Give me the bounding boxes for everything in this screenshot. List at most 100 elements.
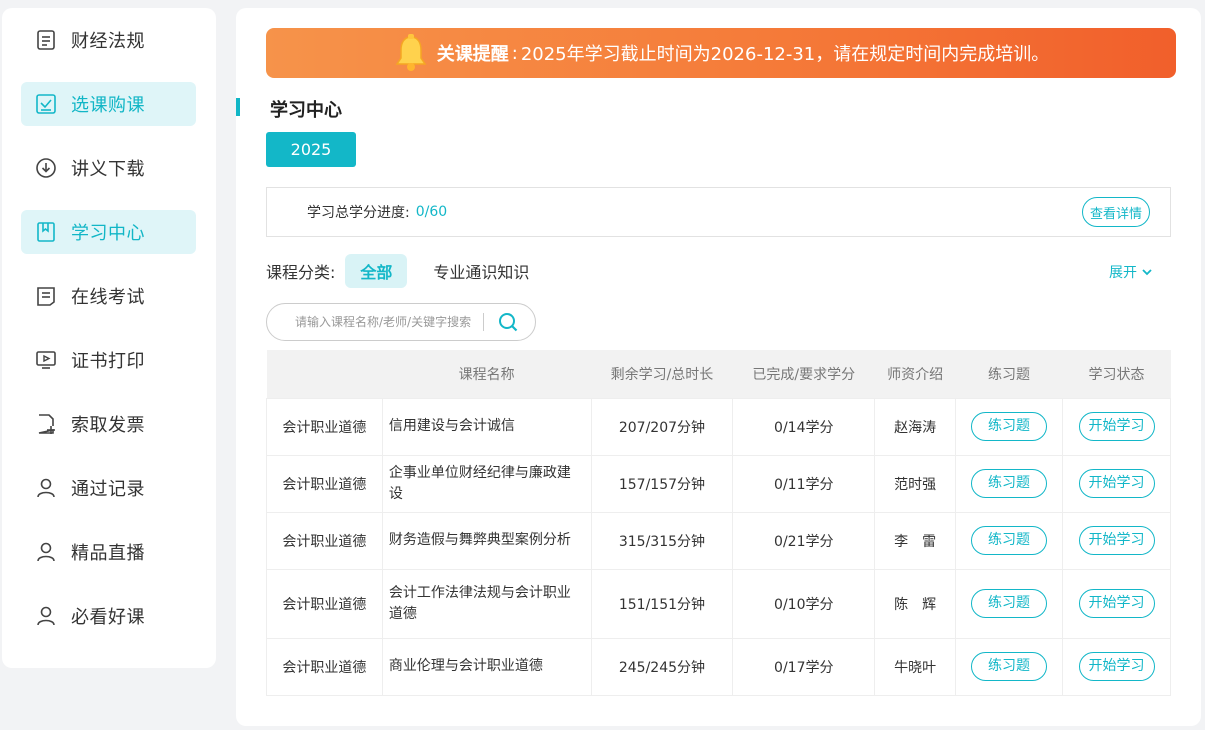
sidebar-item-label: 财经法规 (71, 31, 145, 52)
cell-status: 开始学习 (1062, 568, 1171, 639)
sidebar-item-course-select[interactable]: 选课购课 (21, 82, 196, 126)
notice-text: 2025年学习截止时间为2026-12-31，请在规定时间内完成培训。 (520, 44, 1050, 65)
user-icon (35, 477, 57, 499)
sidebar-item-label: 通过记录 (71, 479, 145, 500)
header-status: 学习状态 (1062, 350, 1171, 398)
header-course-name: 课程名称 (382, 350, 592, 398)
cell-credits: 0/17学分 (732, 637, 876, 696)
sidebar-item-label: 精品直播 (71, 543, 145, 564)
cell-category: 会计职业道德 (266, 511, 383, 570)
cell-exercise: 练习题 (955, 568, 1064, 639)
exercise-button[interactable]: 练习题 (971, 652, 1048, 681)
header-teacher: 师资介绍 (874, 350, 956, 398)
exercise-button[interactable]: 练习题 (971, 589, 1048, 618)
cell-course-name: 企事业单位财经纪律与廉政建设 (381, 454, 592, 513)
cell-category: 会计职业道德 (266, 637, 383, 696)
sidebar-item-label: 学习中心 (71, 223, 145, 244)
exercise-button[interactable]: 练习题 (971, 469, 1048, 498)
cell-teacher[interactable]: 范时强 (874, 454, 957, 513)
invoice-icon (35, 413, 57, 435)
start-learning-button[interactable]: 开始学习 (1078, 469, 1155, 498)
cell-credits: 0/21学分 (732, 511, 876, 570)
start-learning-button[interactable]: 开始学习 (1078, 589, 1155, 618)
category-all-button[interactable]: 全部 (345, 254, 408, 288)
view-details-button[interactable]: 查看详情 (1082, 197, 1150, 227)
cell-duration: 207/207分钟 (590, 397, 734, 456)
credit-progress: 学习总学分进度: 0/60 查看详情 (266, 187, 1171, 237)
cell-duration: 157/157分钟 (590, 454, 734, 513)
sidebar-item-certificate-print[interactable]: 证书打印 (21, 338, 196, 382)
category-general-knowledge[interactable]: 专业通识知识 (433, 259, 529, 283)
cell-exercise: 练习题 (955, 454, 1064, 513)
sidebar-item-learning-center[interactable]: 学习中心 (21, 210, 196, 254)
search-box (266, 303, 536, 341)
table-row: 会计职业道德 财务造假与舞弊典型案例分析 315/315分钟 0/21学分 李 … (266, 511, 1171, 570)
checkbox-icon (35, 93, 57, 115)
search-input[interactable] (295, 315, 475, 329)
sidebar-item-must-watch[interactable]: 必看好课 (21, 594, 196, 638)
section-title: 学习中心 (270, 100, 342, 121)
sidebar-item-label: 索取发票 (71, 415, 145, 436)
cell-teacher[interactable]: 赵海涛 (874, 397, 957, 456)
cell-duration: 245/245分钟 (590, 637, 734, 696)
document-icon (35, 29, 57, 51)
exercise-button[interactable]: 练习题 (971, 412, 1048, 441)
chevron-down-icon (1142, 269, 1152, 276)
progress-label: 学习总学分进度: (307, 205, 410, 221)
sidebar: 财经法规 选课购课 讲义下载 学习中心 在线考试 证书打印 索取发票 通过记录 … (2, 8, 216, 668)
progress-value: 0/60 (415, 204, 448, 220)
sidebar-item-handout-download[interactable]: 讲义下载 (21, 146, 196, 190)
user-icon (35, 541, 57, 563)
sidebar-item-online-exam[interactable]: 在线考试 (21, 274, 196, 318)
table-row: 会计职业道德 信用建设与会计诚信 207/207分钟 0/14学分 赵海涛 练习… (266, 397, 1171, 456)
cell-course-name: 信用建设与会计诚信 (381, 397, 592, 456)
cell-teacher[interactable]: 陈 辉 (874, 568, 957, 639)
sidebar-item-label: 选课购课 (71, 95, 145, 116)
cell-status: 开始学习 (1062, 511, 1171, 570)
table-header-row: 课程名称 剩余学习/总时长 已完成/要求学分 师资介绍 练习题 学习状态 (266, 350, 1171, 398)
search-icon[interactable] (498, 312, 518, 332)
start-learning-button[interactable]: 开始学习 (1078, 652, 1155, 681)
cell-category: 会计职业道德 (266, 568, 383, 639)
exam-icon (35, 285, 57, 307)
start-learning-button[interactable]: 开始学习 (1078, 526, 1155, 555)
course-table: 课程名称 剩余学习/总时长 已完成/要求学分 师资介绍 练习题 学习状态 会计职… (266, 350, 1171, 696)
sidebar-item-invoice[interactable]: 索取发票 (21, 402, 196, 446)
table-row: 会计职业道德 企事业单位财经纪律与廉政建设 157/157分钟 0/11学分 范… (266, 454, 1171, 513)
category-label: 课程分类: (266, 263, 336, 282)
start-learning-button[interactable]: 开始学习 (1078, 412, 1155, 441)
header-category (266, 350, 383, 398)
bell-icon (395, 34, 427, 71)
cell-exercise: 练习题 (955, 397, 1064, 456)
cell-status: 开始学习 (1062, 454, 1171, 513)
cell-duration: 315/315分钟 (590, 511, 734, 570)
book-icon (35, 221, 57, 243)
sidebar-item-pass-records[interactable]: 通过记录 (21, 466, 196, 510)
cell-course-name: 财务造假与舞弊典型案例分析 (381, 511, 592, 570)
year-tab-2025[interactable]: 2025 (266, 132, 356, 167)
cell-status: 开始学习 (1062, 397, 1171, 456)
exercise-button[interactable]: 练习题 (971, 526, 1048, 555)
cell-teacher[interactable]: 李 雷 (874, 511, 957, 570)
table-row: 会计职业道德 商业伦理与会计职业道德 245/245分钟 0/17学分 牛晓叶 … (266, 637, 1171, 696)
cell-category: 会计职业道德 (266, 454, 383, 513)
sidebar-item-regulations[interactable]: 财经法规 (21, 18, 196, 62)
user-icon (35, 605, 57, 627)
header-duration: 剩余学习/总时长 (591, 350, 733, 398)
cell-credits: 0/14学分 (732, 397, 876, 456)
notice-banner: 关课提醒:2025年学习截止时间为2026-12-31，请在规定时间内完成培训。 (266, 28, 1176, 78)
sidebar-item-live-stream[interactable]: 精品直播 (21, 530, 196, 574)
cell-teacher[interactable]: 牛晓叶 (874, 637, 957, 696)
cell-credits: 0/10学分 (732, 568, 876, 639)
header-credits: 已完成/要求学分 (732, 350, 875, 398)
search-divider (483, 313, 484, 331)
cell-category: 会计职业道德 (266, 397, 383, 456)
section-marker (236, 98, 240, 116)
cell-course-name: 会计工作法律法规与会计职业道德 (381, 568, 592, 639)
expand-button[interactable]: 展开 (1109, 262, 1153, 282)
cell-exercise: 练习题 (955, 511, 1064, 570)
notice-colon: : (511, 42, 518, 64)
sidebar-item-label: 在线考试 (71, 287, 145, 308)
download-icon (35, 157, 57, 179)
sidebar-item-label: 讲义下载 (71, 159, 145, 180)
